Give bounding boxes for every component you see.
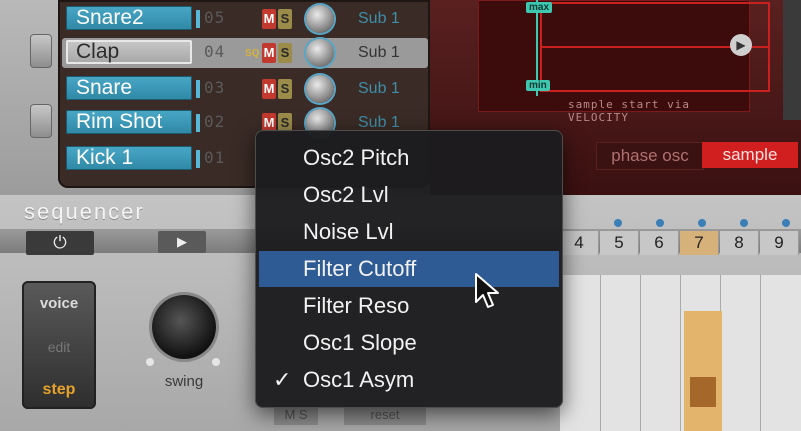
play-icon[interactable]: ▶ (730, 34, 752, 56)
mode-step-label[interactable]: step (22, 381, 96, 399)
mute-button[interactable]: M (262, 43, 276, 63)
drum-synth-window: Snare2 05 M S Sub 1 Clap 04 SQ M S Sub 1… (0, 0, 801, 431)
step-led (698, 219, 706, 227)
step-number[interactable]: 6 (640, 231, 679, 255)
mute-button[interactable]: M (262, 9, 276, 29)
voice-number: 03 (204, 78, 226, 97)
menu-item-filter-cutoff[interactable]: Filter Cutoff (259, 251, 559, 287)
display-caption: sample start via VELOCITY (568, 98, 690, 124)
menu-item-label: Filter Reso (303, 293, 410, 318)
sequencer-title: sequencer (24, 199, 145, 224)
play-icon: ▶ (177, 234, 187, 249)
solo-button[interactable]: S (278, 43, 292, 63)
menu-item-label: Filter Cutoff (303, 256, 417, 281)
menu-item-label: Osc1 Asym (303, 367, 415, 392)
mode-switch[interactable]: voice edit step (22, 281, 96, 409)
step-number[interactable]: 9 (760, 231, 799, 255)
step-number[interactable]: 5 (600, 231, 639, 255)
menu-item-label: Osc2 Lvl (303, 182, 389, 207)
step-led (782, 219, 790, 227)
voice-level-slot (196, 10, 200, 28)
voice-output[interactable]: Sub 1 (358, 44, 400, 62)
min-handle[interactable]: min (526, 80, 550, 91)
phase-osc-button[interactable]: phase osc (596, 142, 704, 170)
mouse-pointer-icon (475, 273, 499, 308)
step-number-current[interactable]: 7 (680, 231, 719, 255)
voice-level-slot (196, 150, 200, 168)
step-divider (640, 275, 641, 431)
step-number[interactable]: 4 (560, 231, 599, 255)
bottom-mute-solo[interactable]: M S (274, 405, 318, 425)
step-divider (600, 275, 601, 431)
power-icon: ⏻ (53, 233, 67, 252)
mode-voice-label[interactable]: voice (22, 295, 96, 312)
reset-button[interactable]: reset (344, 405, 426, 425)
voice-side-button[interactable] (30, 104, 52, 138)
voice-name[interactable]: Snare2 (66, 6, 192, 30)
parameter-context-menu: Osc2 Pitch Osc2 Lvl Noise Lvl Filter Cut… (255, 130, 563, 408)
step-divider (760, 275, 761, 431)
pan-knob[interactable] (306, 5, 334, 33)
menu-item-osc1-asym[interactable]: ✓ Osc1 Asym (259, 362, 559, 398)
voice-output[interactable]: Sub 1 (358, 10, 400, 28)
solo-button[interactable]: S (278, 9, 292, 29)
play-button[interactable]: ▶ (158, 231, 206, 253)
step-led (656, 219, 664, 227)
step-value-grid[interactable] (560, 275, 801, 431)
menu-item-osc2-lvl[interactable]: Osc2 Lvl (259, 177, 559, 213)
step-value-bar[interactable] (690, 377, 716, 407)
step-led (614, 219, 622, 227)
voice-level-slot (196, 80, 200, 98)
current-step-highlight (684, 311, 722, 431)
mode-edit-label[interactable]: edit (22, 339, 96, 355)
sequencer-badge: SQ (245, 48, 260, 59)
voice-row[interactable]: Snare2 05 M S Sub 1 (62, 4, 428, 34)
pan-knob[interactable] (306, 39, 334, 67)
voice-side-button[interactable] (30, 34, 52, 68)
step-divider (680, 275, 681, 431)
menu-item-label: Osc2 Pitch (303, 145, 410, 170)
voice-number: 01 (204, 148, 226, 167)
voice-name[interactable]: Rim Shot (66, 110, 192, 134)
max-handle[interactable]: max (526, 2, 553, 13)
scroll-strip[interactable] (783, 0, 801, 120)
menu-item-osc2-pitch[interactable]: Osc2 Pitch (259, 140, 559, 176)
menu-item-osc1-slope[interactable]: Osc1 Slope (259, 325, 559, 361)
voice-number: 04 (204, 42, 226, 61)
menu-item-noise-lvl[interactable]: Noise Lvl (259, 214, 559, 250)
swing-max-dot (212, 358, 220, 366)
voice-row[interactable]: Snare 03 M S Sub 1 (62, 74, 428, 104)
voice-number: 02 (204, 112, 226, 131)
menu-item-label: Osc1 Slope (303, 330, 417, 355)
solo-button[interactable]: S (278, 79, 292, 99)
voice-name[interactable]: Snare (66, 76, 192, 100)
sample-display: max min sample start via VELOCITY (478, 0, 770, 124)
step-led (740, 219, 748, 227)
voice-name[interactable]: Kick 1 (66, 146, 192, 170)
mute-button[interactable]: M (262, 79, 276, 99)
step-number[interactable]: 8 (720, 231, 759, 255)
swing-knob[interactable] (152, 295, 216, 359)
voice-row-selected[interactable]: Clap 04 SQ M S Sub 1 (62, 38, 428, 68)
power-button[interactable]: ⏻ (26, 231, 94, 255)
pan-knob[interactable] (306, 75, 334, 103)
voice-output[interactable]: Sub 1 (358, 80, 400, 98)
checkmark-icon: ✓ (273, 367, 292, 392)
swing-min-dot (146, 358, 154, 366)
swing-label: swing (164, 373, 204, 390)
voice-name[interactable]: Clap (66, 40, 192, 64)
voice-level-slot (196, 114, 200, 132)
sample-button[interactable]: sample (702, 142, 798, 168)
voice-number: 05 (204, 8, 226, 27)
menu-item-label: Noise Lvl (303, 219, 394, 244)
menu-item-filter-reso[interactable]: Filter Reso (259, 288, 559, 324)
